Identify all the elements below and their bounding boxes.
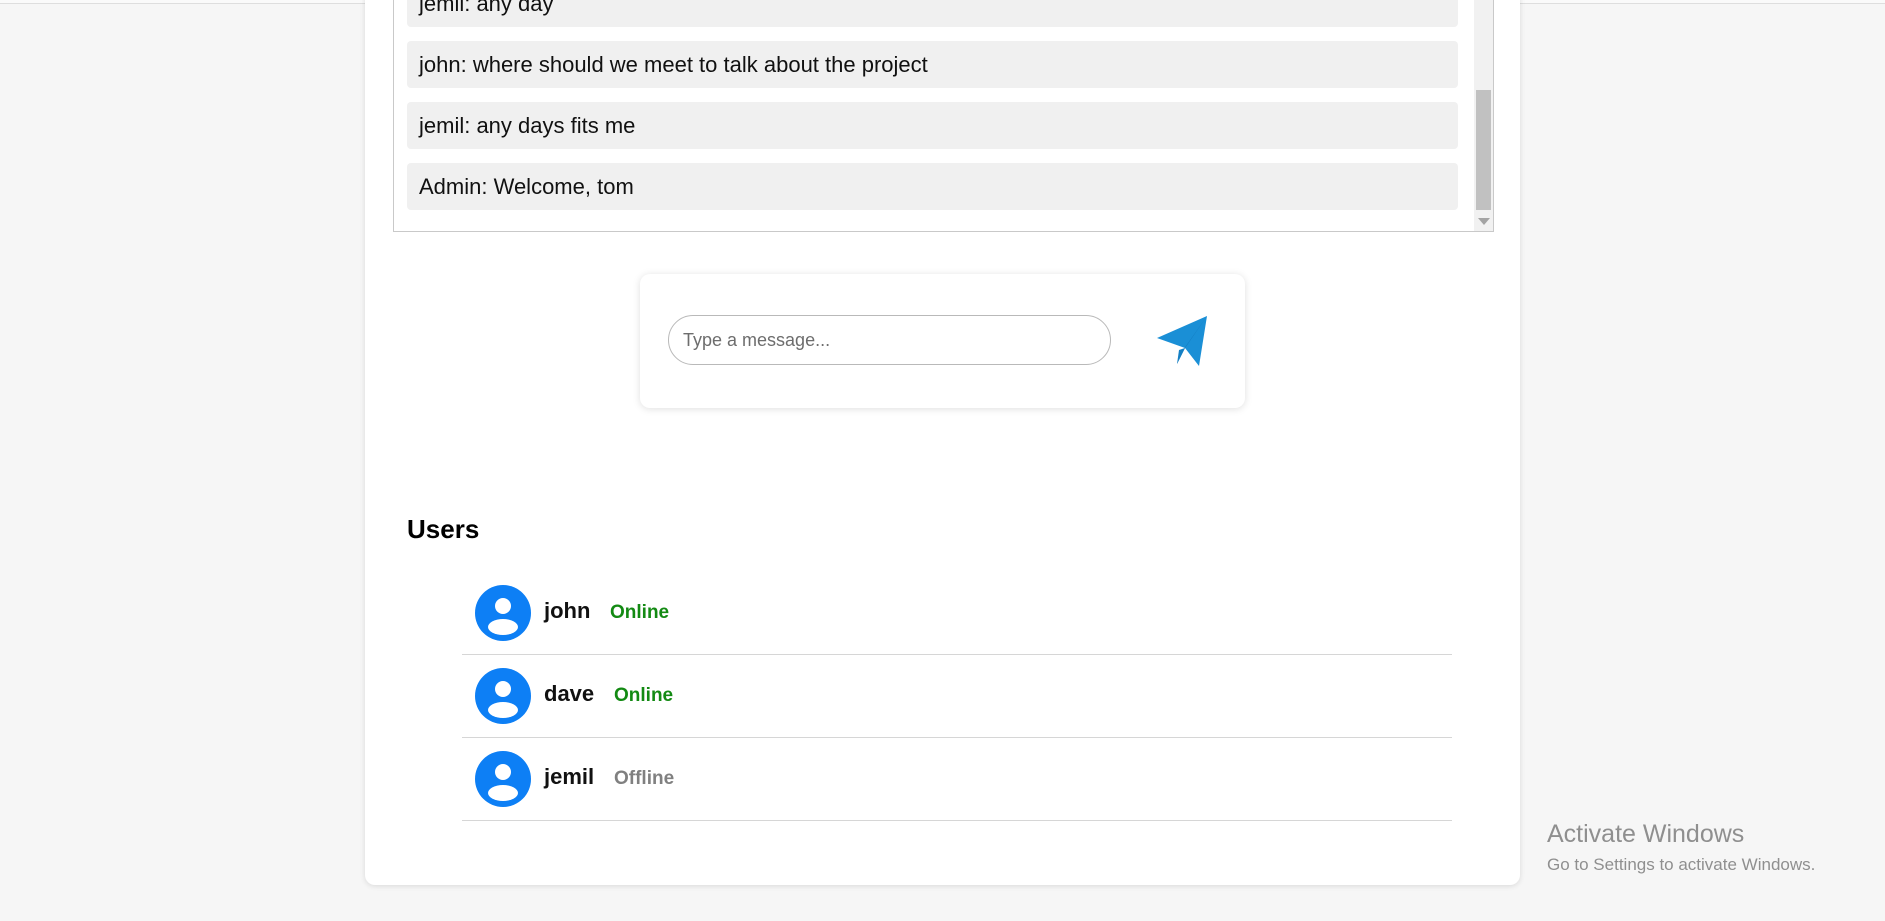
status-badge: Online — [614, 685, 674, 706]
user-avatar-icon — [475, 751, 531, 807]
scrollbar-thumb[interactable] — [1476, 90, 1491, 210]
message-input[interactable] — [668, 315, 1111, 365]
scroll-down-arrow-icon[interactable] — [1478, 218, 1490, 225]
message-item: jemil: any days fits me — [407, 102, 1458, 149]
send-button[interactable] — [1149, 310, 1213, 374]
user-row-jemil[interactable]: jemil Offline — [462, 738, 1452, 821]
message-list: jemil: any day john: where should we mee… — [407, 0, 1458, 224]
user-avatar-icon — [475, 668, 531, 724]
user-name: dave — [544, 681, 595, 706]
user-list: john Online dave Online jemil Offline — [462, 572, 1452, 821]
user-row-john[interactable]: john Online — [462, 572, 1452, 655]
message-composer — [640, 274, 1245, 408]
users-heading: Users — [407, 514, 480, 544]
user-row-dave[interactable]: dave Online — [462, 655, 1452, 738]
message-item: john: where should we meet to talk about… — [407, 41, 1458, 88]
chat-messages-box[interactable]: jemil: any day john: where should we mee… — [393, 0, 1494, 232]
user-name: jemil — [544, 764, 595, 789]
activate-windows-watermark: Activate Windows Go to Settings to activ… — [1547, 820, 1815, 875]
chat-scrollbar[interactable] — [1474, 0, 1493, 231]
status-badge: Online — [610, 602, 670, 623]
message-item: jemil: any day — [407, 0, 1458, 27]
user-name: john — [544, 598, 591, 623]
paper-plane-icon — [1157, 316, 1207, 366]
user-avatar-icon — [475, 585, 531, 641]
status-badge: Offline — [614, 768, 675, 789]
message-item: Admin: Welcome, tom — [407, 163, 1458, 210]
watermark-title: Activate Windows — [1547, 820, 1745, 848]
watermark-subtitle: Go to Settings to activate Windows. — [1547, 855, 1816, 874]
